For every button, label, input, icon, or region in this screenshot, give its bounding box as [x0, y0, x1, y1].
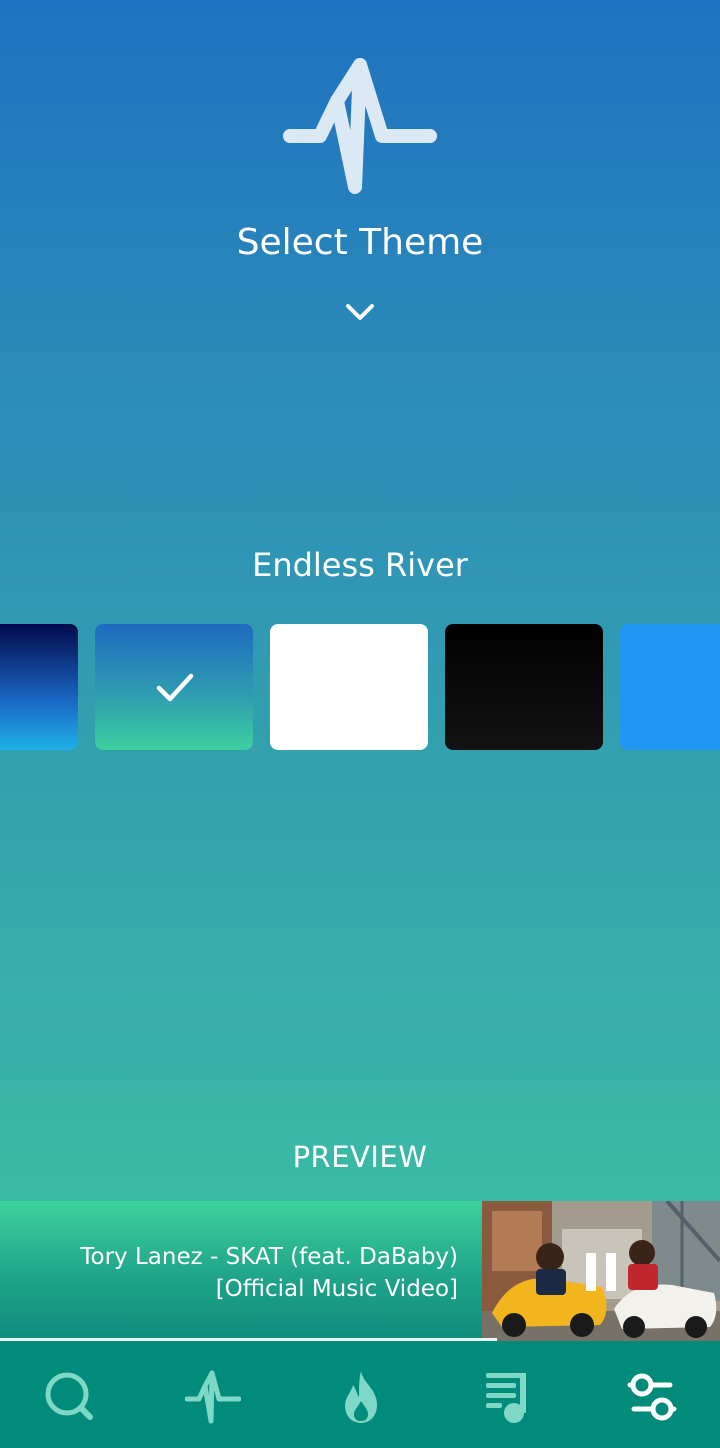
- theme-swatch-black[interactable]: [445, 624, 603, 750]
- pulse-icon[interactable]: [185, 1369, 241, 1425]
- checkmark-icon: [156, 673, 194, 702]
- track-title-line2: [Official Music Video]: [215, 1276, 458, 1302]
- settings-sliders-icon[interactable]: [624, 1369, 680, 1425]
- bottom-nav: [0, 1341, 720, 1448]
- video-thumbnail[interactable]: [482, 1201, 720, 1341]
- search-icon[interactable]: [42, 1369, 98, 1425]
- pause-icon[interactable]: [584, 1253, 618, 1291]
- flame-icon[interactable]: [333, 1369, 389, 1425]
- page-title: Select Theme: [236, 222, 484, 263]
- theme-swatch-list: [0, 624, 720, 750]
- pulse-logo-icon: [283, 58, 437, 194]
- mini-player[interactable]: Tory Lanez - SKAT (feat. DaBaby) [Offici…: [0, 1201, 720, 1341]
- theme-swatch-deep-blue[interactable]: [0, 624, 78, 750]
- theme-swatch-white[interactable]: [270, 624, 428, 750]
- track-title-line1: Tory Lanez - SKAT (feat. DaBaby): [80, 1244, 458, 1270]
- chevron-down-icon[interactable]: [344, 300, 376, 324]
- theme-swatch-endless-river[interactable]: [95, 624, 253, 750]
- selected-theme-name: Endless River: [252, 546, 468, 584]
- track-title: Tory Lanez - SKAT (feat. DaBaby) [Offici…: [18, 1241, 458, 1305]
- playlist-icon[interactable]: [480, 1369, 536, 1425]
- preview-label: PREVIEW: [292, 1140, 428, 1174]
- theme-swatch-blue[interactable]: [620, 624, 720, 750]
